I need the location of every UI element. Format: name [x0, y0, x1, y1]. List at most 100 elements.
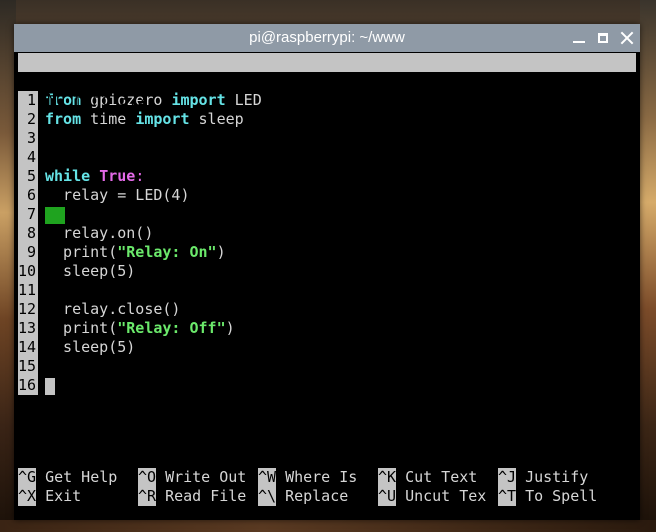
code-token: True — [99, 167, 136, 185]
nano-version: GNU nano 3.2 — [38, 91, 147, 109]
shortcut-key: ^K — [378, 468, 397, 487]
code-line[interactable]: 15 — [18, 357, 640, 376]
shortcut-row-1: ^G Get Help ^O Write Out ^W Where Is ^K Cut Tex… — [18, 468, 618, 487]
shortcut-key: ^O — [138, 468, 157, 487]
shortcut-label: Justify — [525, 468, 589, 486]
code-token: sleep — [189, 110, 244, 128]
line-number: 5 — [18, 167, 38, 186]
code-token: sleep(5) — [45, 262, 136, 280]
code-token: "Relay: On" — [117, 243, 217, 261]
line-number: 6 — [18, 186, 38, 205]
line-number: 10 — [18, 262, 38, 281]
code-token: print( — [45, 319, 118, 337]
code-line[interactable]: 6 relay = LED(4) — [18, 186, 640, 205]
shortcut-key: ^X — [18, 487, 37, 506]
shortcut-label: Read File — [165, 487, 247, 505]
shortcut-label: Where Is — [285, 468, 358, 486]
maximize-icon[interactable] — [596, 31, 610, 45]
code-text: print("Relay: On") — [38, 243, 226, 262]
code-line[interactable]: 11 — [18, 281, 640, 300]
code-token: while — [45, 167, 91, 185]
code-line[interactable]: 8 relay.on() — [18, 224, 640, 243]
code-text: sleep(5) — [38, 338, 135, 357]
shortcut-label: Exit — [45, 487, 82, 505]
code-token: time — [81, 110, 136, 128]
code-line[interactable]: 9 print("Relay: On") — [18, 243, 640, 262]
line-number: 12 — [18, 300, 38, 319]
shortcut-label: Write Out — [165, 468, 247, 486]
code-line[interactable]: 3 — [18, 129, 640, 148]
shortcut-item[interactable]: ^\ Replace — [258, 487, 378, 506]
code-token: relay.on() — [45, 224, 154, 242]
shortcut-key: ^G — [18, 468, 37, 487]
shortcut-item[interactable]: ^W Where Is — [258, 468, 378, 487]
minimize-icon[interactable] — [572, 31, 586, 45]
line-number: 4 — [18, 148, 38, 167]
shortcut-item[interactable]: ^U Uncut Tex — [378, 487, 498, 506]
window-controls — [572, 24, 634, 52]
code-token: ) — [225, 319, 235, 337]
code-text: sleep(5) — [38, 262, 135, 281]
code-line[interactable]: 10 sleep(5) — [18, 262, 640, 281]
line-number: 9 — [18, 243, 38, 262]
shortcut-key: ^U — [378, 487, 397, 506]
code-line[interactable]: 16 — [18, 376, 640, 395]
code-token: : — [135, 167, 145, 185]
line-number: 16 — [18, 376, 38, 395]
line-number: 11 — [18, 281, 38, 300]
code-token: sleep(5) — [45, 338, 136, 356]
code-line[interactable]: 4 — [18, 148, 640, 167]
desktop-wallpaper-right — [640, 0, 656, 532]
shortcut-key: ^\ — [258, 487, 277, 506]
shortcut-row-2: ^X Exit ^R Read File ^\ Replace ^U Uncut Tex ^T T… — [18, 487, 618, 506]
text-cursor — [45, 206, 65, 224]
desktop-wallpaper-bottom — [0, 520, 656, 532]
code-text — [38, 376, 55, 395]
nano-modified-status: Modified — [545, 110, 618, 128]
code-text: relay.close() — [38, 300, 180, 319]
shortcut-item[interactable]: ^J Justify — [498, 468, 618, 487]
shortcut-key: ^R — [138, 487, 157, 506]
shortcut-item[interactable]: ^X Exit — [18, 487, 138, 506]
shortcut-item[interactable]: ^K Cut Text — [378, 468, 498, 487]
code-text — [38, 205, 65, 224]
shortcut-key: ^J — [498, 468, 517, 487]
shortcut-label: Get Help — [45, 468, 118, 486]
code-line[interactable]: 5 while True: — [18, 167, 640, 186]
code-text: relay.on() — [38, 224, 153, 243]
shortcut-item[interactable]: ^T To Spell — [498, 487, 618, 506]
shortcut-item[interactable]: ^R Read File — [138, 487, 258, 506]
code-line[interactable]: 12 relay.close() — [18, 300, 640, 319]
shortcut-item[interactable]: ^O Write Out — [138, 468, 258, 487]
code-token: "Relay: Off" — [117, 319, 226, 337]
shortcut-label: Cut Text — [405, 468, 478, 486]
code-line[interactable]: 14 sleep(5) — [18, 338, 640, 357]
window-title: pi@raspberrypi: ~/www — [249, 29, 405, 46]
code-line[interactable]: 7 — [18, 205, 640, 224]
terminal-window: pi@raspberrypi: ~/www test.py GNU nano 3… — [14, 24, 640, 520]
code-token: import — [171, 91, 226, 109]
text-cursor — [45, 377, 55, 395]
editor-area[interactable]: 1from gpiozero import LED2from time impo… — [18, 91, 640, 395]
shortcut-item[interactable]: ^G Get Help — [18, 468, 138, 487]
code-token: print( — [45, 243, 118, 261]
window-titlebar[interactable]: pi@raspberrypi: ~/www — [14, 24, 640, 52]
shortcut-label: Uncut Tex — [405, 487, 487, 505]
nano-filename: test.py — [295, 72, 359, 90]
line-number: 7 — [18, 205, 38, 224]
shortcut-key: ^T — [498, 487, 517, 506]
shortcut-label: Replace — [285, 487, 349, 505]
line-number: 8 — [18, 224, 38, 243]
line-number: 15 — [18, 357, 38, 376]
nano-header-bar: test.py GNU nano 3.2 Modified — [18, 53, 636, 128]
code-line[interactable]: 13 print("Relay: Off") — [18, 319, 640, 338]
nano-shortcut-bar: ^G Get Help ^O Write Out ^W Where Is ^K Cut Tex… — [18, 468, 618, 506]
close-icon[interactable] — [620, 31, 634, 45]
code-token: relay = LED(4) — [45, 186, 190, 204]
shortcut-key: ^W — [258, 468, 277, 487]
terminal-content[interactable]: test.py GNU nano 3.2 Modified 1from gpio… — [14, 53, 640, 395]
